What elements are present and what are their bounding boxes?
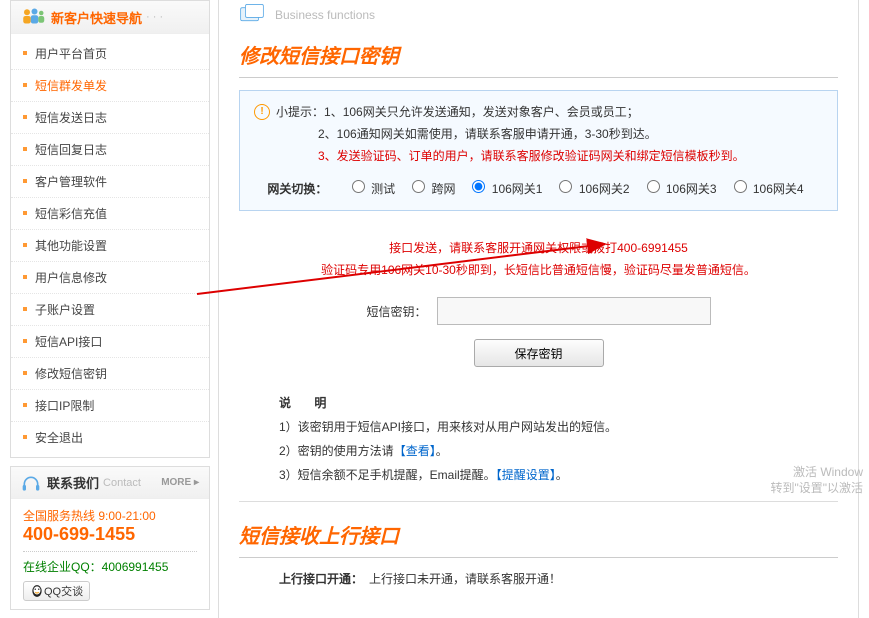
sidebar-item-3[interactable]: 短信回复日志 xyxy=(11,134,209,166)
tip-label: 小提示： xyxy=(276,105,324,119)
sidebar-item-10[interactable]: 修改短信密钥 xyxy=(11,358,209,390)
nav-header-dots: · · · xyxy=(146,11,163,23)
hotline-number: 400-699-1455 xyxy=(23,524,197,552)
module-label: Business functions xyxy=(275,8,375,22)
divider xyxy=(239,501,838,502)
sidebar-item-7[interactable]: 用户信息修改 xyxy=(11,262,209,294)
nav-list: 用户平台首页短信群发单发短信发送日志短信回复日志客户管理软件短信彩信充值其他功能… xyxy=(11,34,209,457)
gateway-option-1[interactable]: 跨网 xyxy=(407,182,455,196)
gateway-option-0[interactable]: 测试 xyxy=(347,182,395,196)
save-key-button[interactable]: 保存密钥 xyxy=(474,339,604,367)
more-link[interactable]: MORE ▸ xyxy=(161,477,199,488)
gateway-option-5[interactable]: 106网关4 xyxy=(729,182,804,196)
alert-settings-link[interactable]: 【提醒设置】 xyxy=(496,468,556,482)
sms-key-input[interactable] xyxy=(437,297,711,325)
sms-key-label: 短信密钥： xyxy=(366,303,426,320)
desc-heading: 说 明 xyxy=(279,391,838,415)
sidebar-item-6[interactable]: 其他功能设置 xyxy=(11,230,209,262)
sidebar-item-0[interactable]: 用户平台首页 xyxy=(11,38,209,70)
gateway-option-3[interactable]: 106网关2 xyxy=(554,182,629,196)
alert-icon: ! xyxy=(254,104,270,120)
notice-line-2: 验证码专用106网关10-30秒即到，长短信比普通短信慢，验证码尽量发普通短信。 xyxy=(239,259,838,281)
nav-header-title: 新客户快速导航 xyxy=(51,8,142,27)
tip-line-1: 1、106网关只允许发送通知，发送对象客户、会员或员工； xyxy=(324,105,639,119)
contact-subtitle: Contact xyxy=(103,477,141,489)
gateway-option-2[interactable]: 106网关1 xyxy=(467,182,542,196)
contact-title: 联系我们 xyxy=(47,473,99,492)
windows-watermark: 激活 Window转到"设置"以激活 xyxy=(770,464,863,496)
sidebar-item-2[interactable]: 短信发送日志 xyxy=(11,102,209,134)
desc-line-2: 2）密钥的使用方法请【查看】。 xyxy=(279,439,838,463)
nav-header: 新客户快速导航 · · · xyxy=(11,1,209,34)
gateway-switch-row: 网关切换： 测试 跨网 106网关1 106网关2 106网关3 106网关4 xyxy=(254,177,823,200)
desc-line-3: 3）短信余额不足手机提醒，Email提醒。【提醒设置】。 xyxy=(279,463,838,487)
notice-line-1: 接口发送，请联系客服开通网关权限或拨打400-6991455 xyxy=(239,237,838,259)
contact-header: 联系我们 Contact MORE ▸ xyxy=(11,467,209,499)
qq-icon xyxy=(30,584,44,598)
desc-line-1: 1）该密钥用于短信API接口，用来核对从用户网站发出的短信。 xyxy=(279,415,838,439)
gateway-option-4[interactable]: 106网关3 xyxy=(642,182,717,196)
sidebar-item-1[interactable]: 短信群发单发 xyxy=(11,70,209,102)
section-title-upstream: 短信接收上行接口 xyxy=(239,516,838,558)
enterprise-qq: 在线企业QQ：4006991455 xyxy=(23,558,197,575)
module-icon xyxy=(239,4,265,26)
sidebar-item-12[interactable]: 安全退出 xyxy=(11,422,209,453)
qq-chat-button[interactable]: QQ交谈 xyxy=(23,581,90,601)
people-icon xyxy=(21,7,45,27)
view-link[interactable]: 【查看】 xyxy=(394,444,436,458)
tip-box: ! 小提示：1、106网关只允许发送通知，发送对象客户、会员或员工； 2、106… xyxy=(239,90,838,211)
sidebar-item-5[interactable]: 短信彩信充值 xyxy=(11,198,209,230)
module-header: Business functions xyxy=(239,0,838,30)
gateway-label: 网关切换： xyxy=(267,182,327,196)
upstream-status: 上行接口开通：上行接口未开通，请联系客服开通！ xyxy=(279,570,838,587)
sidebar-item-11[interactable]: 接口IP限制 xyxy=(11,390,209,422)
sidebar-item-4[interactable]: 客户管理软件 xyxy=(11,166,209,198)
tip-line-2: 2、106通知网关如需使用，请联系客服申请开通，3-30秒到达。 xyxy=(318,123,657,145)
section-title-modify-key: 修改短信接口密钥 xyxy=(239,36,838,78)
hotline-label: 全国服务热线 9:00-21:00 xyxy=(23,507,197,524)
sidebar-item-8[interactable]: 子账户设置 xyxy=(11,294,209,326)
sidebar-item-9[interactable]: 短信API接口 xyxy=(11,326,209,358)
headset-icon xyxy=(21,474,41,492)
tip-line-3: 3、发送验证码、订单的用户，请联系客服修改验证码网关和绑定短信模板秒到。 xyxy=(318,145,745,167)
